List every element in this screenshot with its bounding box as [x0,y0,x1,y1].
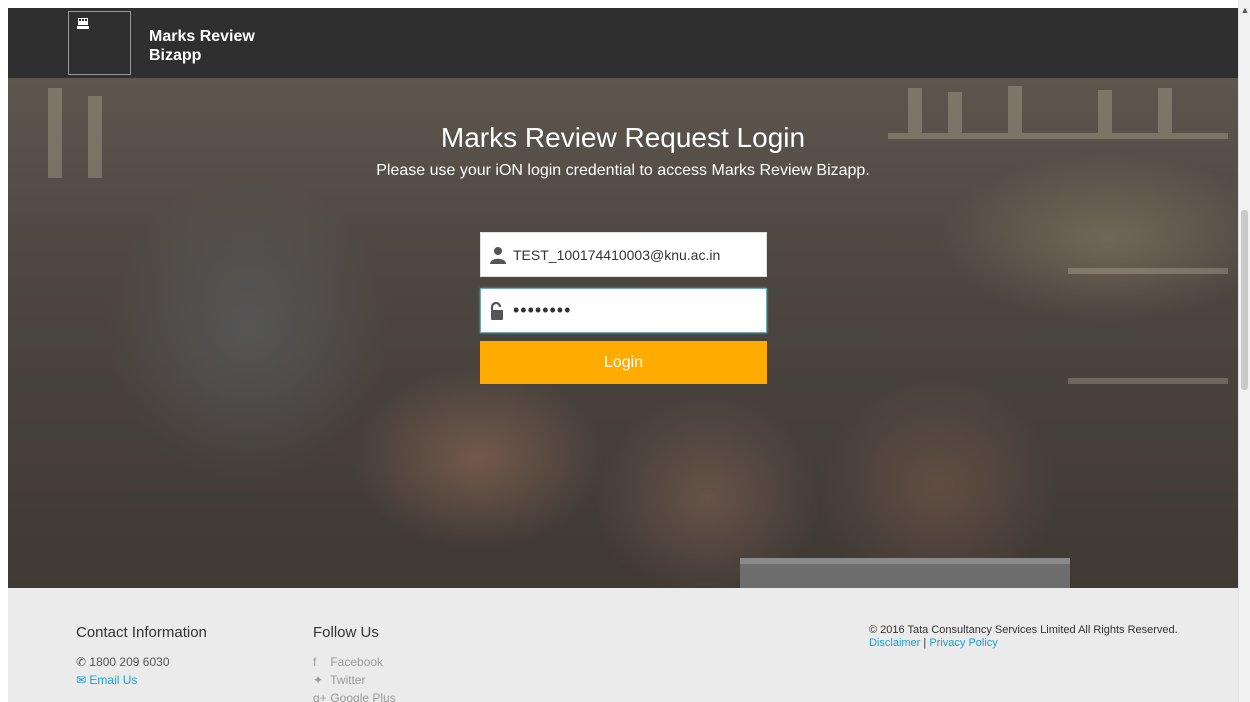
privacy-policy-link[interactable]: Privacy Policy [929,637,997,649]
twitter-icon: ✦ [313,673,324,687]
logo[interactable] [68,11,131,75]
password-input[interactable] [513,289,763,332]
contact-section: Contact Information ✆ 1800 209 6030 ✉ Em… [76,624,207,689]
username-input[interactable] [513,233,763,276]
hero-section: Marks Review Request Login Please use yo… [8,78,1238,588]
google-plus-icon: g+ [313,691,327,702]
copyright-text: © 2016 Tata Consultancy Services Limited… [869,624,1178,636]
page-subtitle: Please use your iON login credential to … [376,162,870,179]
building-icon [77,18,89,29]
disclaimer-link[interactable]: Disclaimer [869,637,920,649]
brand-name[interactable]: Marks Review Bizapp [149,27,255,65]
link-separator: | [923,637,927,649]
page: Marks Review Bizapp Marks Review Request… [8,8,1238,702]
google-plus-link[interactable]: g+ Google Plus [313,689,396,702]
brand-line-1: Marks Review [149,28,255,45]
user-icon [490,247,506,264]
username-field[interactable] [480,232,767,277]
facebook-link[interactable]: f Facebook [313,653,396,671]
google-plus-label: Google Plus [330,691,396,702]
facebook-label: Facebook [330,655,384,669]
copyright-block: © 2016 Tata Consultancy Services Limited… [869,624,1178,650]
page-title: Marks Review Request Login [440,122,806,153]
scrollbar-thumb[interactable] [1241,210,1248,390]
twitter-link[interactable]: ✦ Twitter [313,671,396,689]
password-field[interactable] [480,288,767,333]
scroll-up-arrow-icon[interactable]: ▲ [1239,4,1250,16]
envelope-icon: ✉ [76,673,87,687]
laptop-image [740,558,1070,588]
site-footer: Contact Information ✆ 1800 209 6030 ✉ Em… [8,588,1238,702]
legal-links: Disclaimer | Privacy Policy [869,637,1178,650]
phone-line: ✆ 1800 209 6030 [76,653,207,671]
vertical-scrollbar[interactable]: ▲ [1238,0,1250,702]
browser-top-strip [0,0,1250,8]
site-header: Marks Review Bizapp [8,8,1238,78]
unlock-icon [490,302,503,320]
contact-heading: Contact Information [76,624,207,641]
email-line: ✉ Email Us [76,671,207,689]
phone-number: 1800 209 6030 [89,655,170,669]
follow-section: Follow Us f Facebook ✦ Twitter g+ Google… [313,624,396,702]
login-button[interactable]: Login [480,341,767,384]
email-us-link[interactable]: Email Us [89,673,137,687]
twitter-label: Twitter [330,673,366,687]
bookshelf [1068,378,1228,384]
follow-heading: Follow Us [313,624,379,641]
brand-line-2: Bizapp [149,47,202,64]
facebook-icon: f [313,655,317,669]
phone-icon: ✆ [76,655,87,669]
bookshelf [1068,268,1228,274]
